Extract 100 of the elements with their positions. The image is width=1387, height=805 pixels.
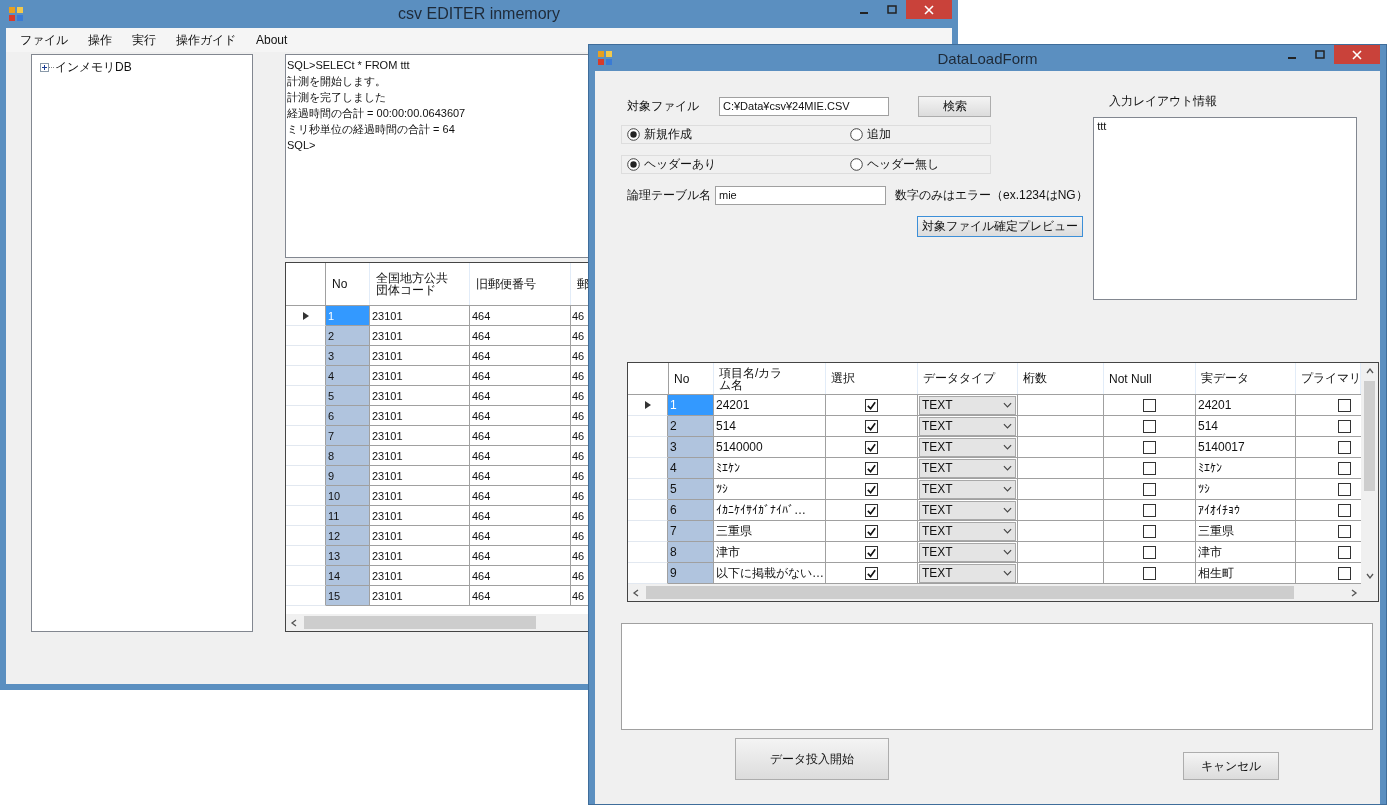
scroll-thumb[interactable] (646, 586, 1294, 599)
checkbox[interactable] (1143, 461, 1156, 475)
radio-button[interactable]: ヘッダー無し (850, 156, 939, 173)
scroll-up-icon[interactable] (1365, 367, 1374, 375)
layout-text-area[interactable]: ttt (1093, 117, 1357, 300)
column-header[interactable]: 桁数 (1023, 370, 1047, 387)
checkbox[interactable] (1338, 461, 1351, 475)
checkbox[interactable] (865, 545, 878, 559)
menu-item[interactable]: ファイル (20, 31, 68, 49)
type-dropdown[interactable]: TEXT (919, 437, 1016, 457)
table-cell: 23101 (370, 586, 470, 606)
checkbox[interactable] (865, 566, 878, 580)
caret-icon (1003, 402, 1012, 408)
checkbox[interactable] (865, 461, 878, 475)
radio-button[interactable]: 新規作成 (627, 126, 692, 143)
checkbox[interactable] (865, 524, 878, 538)
table-cell: 464 (470, 446, 571, 466)
scroll-left-icon[interactable] (632, 588, 640, 597)
radio-button[interactable]: ヘッダーあり (627, 156, 716, 173)
radio-button[interactable]: 追加 (850, 126, 891, 143)
start-button[interactable]: データ投入開始 (735, 738, 889, 780)
scroll-left-icon[interactable] (290, 618, 298, 627)
radio-icon[interactable] (850, 128, 863, 141)
checkbox[interactable] (865, 503, 878, 517)
close-button[interactable] (1334, 45, 1380, 64)
console-line: 計測を完了しました (287, 90, 386, 105)
checkbox[interactable] (1338, 545, 1351, 559)
close-icon (1352, 49, 1362, 60)
table-cell: 464 (470, 546, 571, 566)
type-dropdown[interactable]: TEXT (919, 458, 1016, 478)
type-dropdown[interactable]: TEXT (919, 563, 1016, 583)
menu-item[interactable]: 実行 (132, 31, 156, 49)
scroll-thumb[interactable] (304, 616, 536, 629)
menu-item[interactable]: 操作 (88, 31, 112, 49)
file-path-field[interactable]: C:¥Data¥csv¥24MIE.CSV (719, 96, 889, 116)
checkbox[interactable] (1143, 398, 1156, 412)
checkbox[interactable] (865, 440, 878, 454)
checkbox[interactable] (1143, 566, 1156, 580)
checkbox[interactable] (1338, 482, 1351, 496)
column-header[interactable]: 項目名/カラム名 (719, 366, 793, 391)
table-cell: 464 (470, 486, 571, 506)
console-line: 計測を開始します。 (287, 74, 386, 89)
expand-icon[interactable] (40, 63, 55, 72)
column-header[interactable]: No (674, 371, 690, 386)
checkbox[interactable] (1338, 440, 1351, 454)
window-title: csv EDITER inmemory (398, 5, 560, 23)
column-header[interactable]: データタイプ (923, 370, 995, 387)
checkbox[interactable] (1338, 524, 1351, 538)
tree-item[interactable]: インメモリDB (55, 59, 132, 76)
column-header[interactable]: プライマリ (1301, 370, 1361, 387)
type-dropdown[interactable]: TEXT (919, 521, 1016, 541)
checkbox[interactable] (1143, 419, 1156, 433)
checkbox[interactable] (865, 482, 878, 496)
column-header[interactable]: Not Null (1109, 371, 1152, 386)
close-button[interactable] (906, 0, 952, 19)
row-header[interactable] (628, 395, 668, 416)
preview-button[interactable]: 対象ファイル確定プレビュー (917, 216, 1083, 237)
table-cell: 464 (470, 326, 571, 346)
column-header[interactable]: 選択 (831, 370, 855, 387)
checkbox[interactable] (865, 419, 878, 433)
type-dropdown[interactable]: TEXT (919, 395, 1016, 415)
radio-icon[interactable] (627, 128, 640, 141)
checkbox[interactable] (865, 398, 878, 412)
table-name-field[interactable]: mie (715, 185, 886, 205)
checkbox[interactable] (1143, 440, 1156, 454)
column-header[interactable]: 郵 (577, 275, 588, 293)
checkbox[interactable] (1338, 503, 1351, 517)
app-icon (8, 6, 24, 22)
checkbox[interactable] (1338, 398, 1351, 412)
menu-item[interactable]: About (256, 33, 288, 47)
type-dropdown[interactable]: TEXT (919, 500, 1016, 520)
checkbox[interactable] (1143, 545, 1156, 559)
type-dropdown[interactable]: TEXT (919, 416, 1016, 436)
scroll-thumb[interactable] (1364, 381, 1375, 491)
scroll-right-icon[interactable] (1350, 588, 1358, 597)
checkbox[interactable] (1143, 503, 1156, 517)
horizontal-scrollbar[interactable] (286, 614, 588, 631)
column-header[interactable]: 実データ (1201, 370, 1249, 387)
caret-icon (1003, 528, 1012, 534)
type-dropdown[interactable]: TEXT (919, 542, 1016, 562)
column-header[interactable]: 旧郵便番号 (476, 275, 536, 293)
column-header[interactable]: No (332, 277, 348, 291)
column-header[interactable]: 全国地方公共団体コード (376, 272, 450, 296)
table-cell: 三重県 (1196, 521, 1296, 542)
radio-icon[interactable] (627, 158, 640, 171)
type-dropdown[interactable]: TEXT (919, 479, 1016, 499)
cancel-button[interactable]: キャンセル (1183, 752, 1279, 780)
caret-icon (1003, 423, 1012, 429)
menu-item[interactable]: 操作ガイド (176, 31, 236, 49)
checkbox[interactable] (1143, 482, 1156, 496)
horizontal-scrollbar[interactable] (628, 584, 1378, 601)
scroll-down-icon[interactable] (1365, 572, 1374, 580)
row-header[interactable] (286, 306, 326, 326)
message-area[interactable] (621, 623, 1373, 730)
search-button[interactable]: 検索 (918, 95, 991, 117)
checkbox[interactable] (1338, 419, 1351, 433)
radio-icon[interactable] (850, 158, 863, 171)
vertical-scrollbar[interactable] (1361, 363, 1378, 584)
checkbox[interactable] (1143, 524, 1156, 538)
checkbox[interactable] (1338, 566, 1351, 580)
